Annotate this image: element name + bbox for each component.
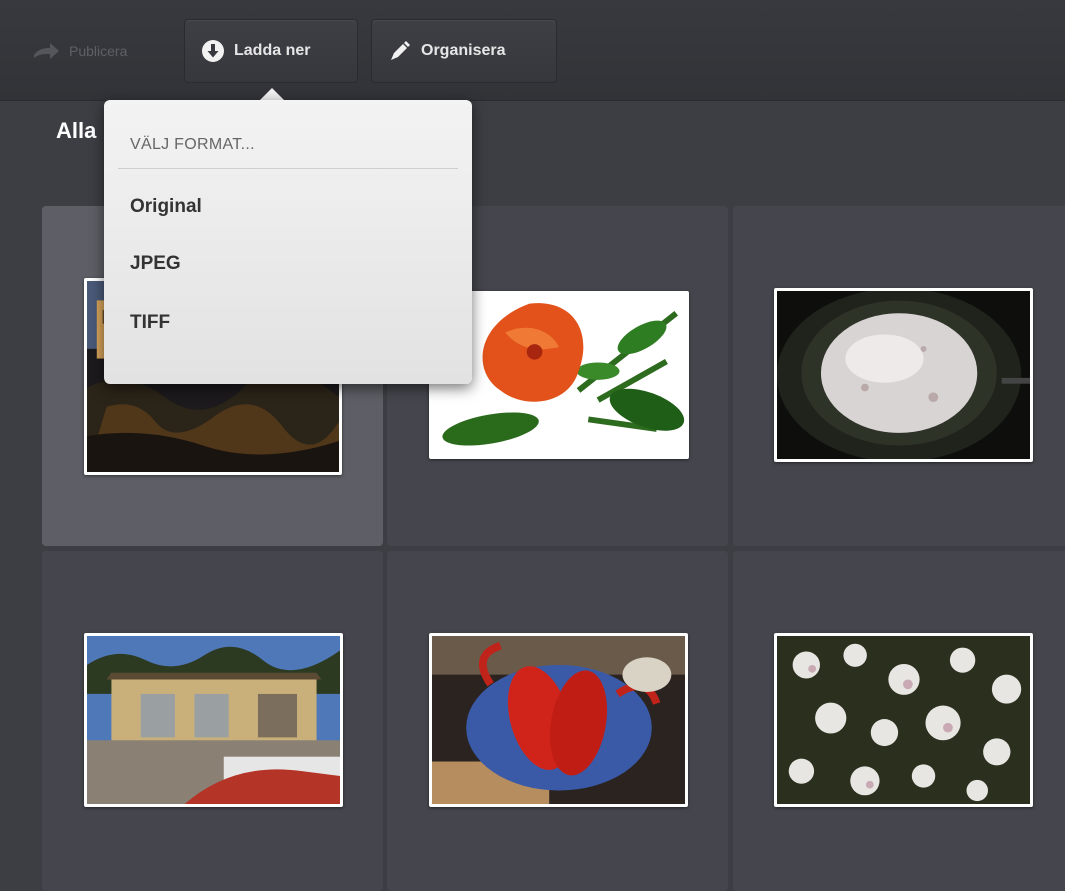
format-menu: VÄLJ FORMAT... Original JPEG TIFF bbox=[104, 100, 472, 384]
organize-button[interactable]: Organisera bbox=[371, 19, 557, 83]
organize-label: Organisera bbox=[421, 42, 506, 59]
download-button[interactable]: Ladda ner bbox=[184, 19, 358, 83]
photo-tile[interactable] bbox=[733, 206, 1065, 546]
arrow-right-icon bbox=[32, 41, 60, 61]
download-circle-icon bbox=[201, 39, 225, 63]
pen-icon bbox=[388, 39, 412, 63]
toolbar: Publicera Ladda ner Organisera bbox=[0, 0, 1065, 101]
divider bbox=[118, 168, 458, 169]
photo-thumbnail[interactable] bbox=[774, 633, 1033, 807]
photo-thumbnail[interactable] bbox=[774, 288, 1033, 462]
download-label: Ladda ner bbox=[234, 42, 311, 59]
format-menu-heading: VÄLJ FORMAT... bbox=[130, 136, 255, 153]
format-option-tiff[interactable]: TIFF bbox=[130, 312, 170, 334]
photo-tile[interactable] bbox=[387, 551, 728, 891]
photo-thumbnail[interactable] bbox=[429, 633, 688, 807]
photo-thumbnail[interactable] bbox=[84, 633, 343, 807]
publish-button[interactable]: Publicera bbox=[16, 19, 143, 83]
photo-tile[interactable] bbox=[42, 551, 383, 891]
section-title: Alla bbox=[56, 118, 97, 143]
format-option-original[interactable]: Original bbox=[130, 196, 202, 218]
format-option-jpeg[interactable]: JPEG bbox=[130, 253, 181, 275]
publish-label: Publicera bbox=[69, 43, 128, 59]
photo-tile[interactable] bbox=[733, 551, 1065, 891]
